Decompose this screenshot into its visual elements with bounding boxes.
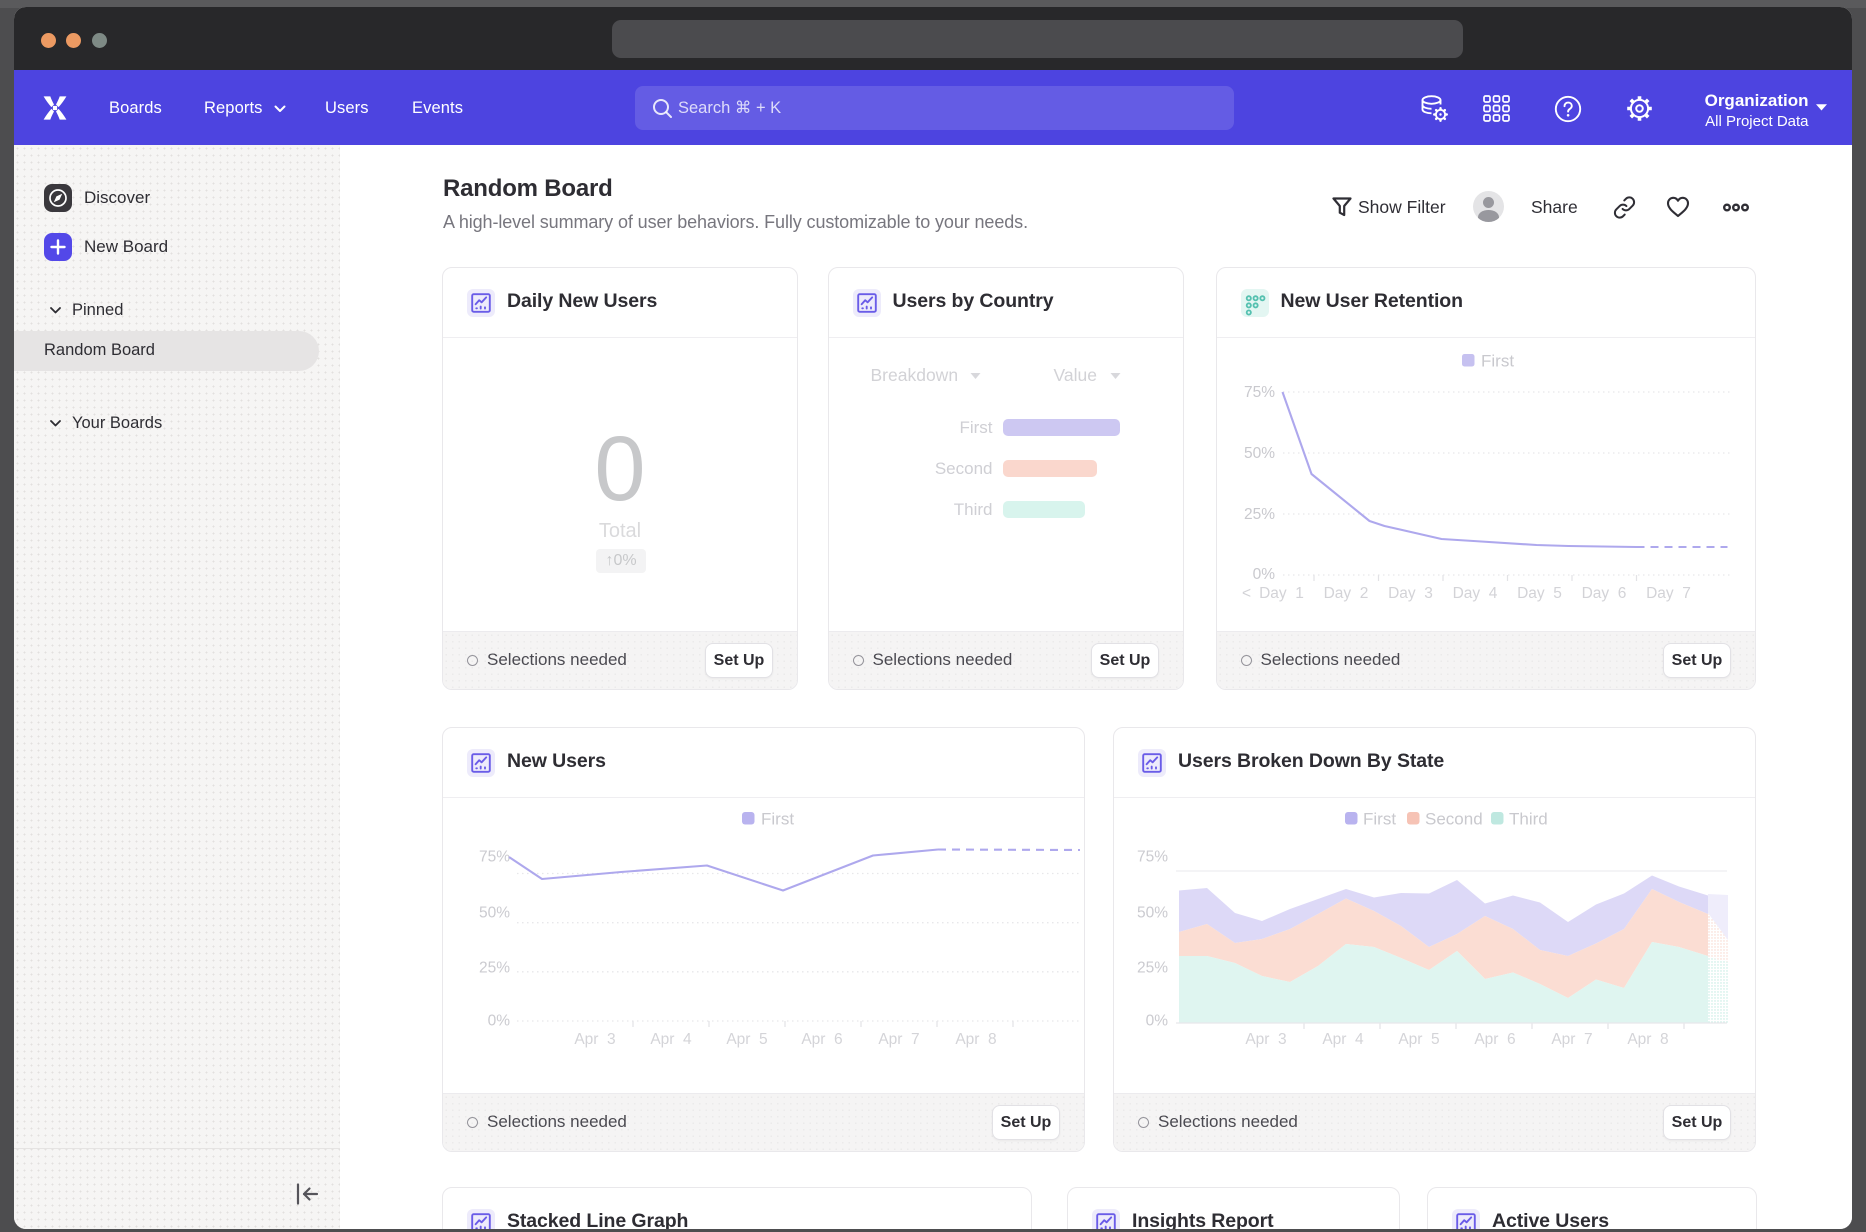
svg-text:Day 4: Day 4 [1452, 585, 1497, 602]
svg-text:Day 6: Day 6 [1581, 585, 1626, 602]
svg-text:First: First [761, 810, 794, 829]
svg-text:0%: 0% [488, 1013, 511, 1030]
svg-text:Apr 5: Apr 5 [726, 1031, 767, 1048]
svg-text:0%: 0% [1146, 1013, 1169, 1030]
svg-text:Third: Third [1509, 810, 1548, 829]
svg-text:25%: 25% [1137, 960, 1168, 977]
svg-text:Apr 7: Apr 7 [1551, 1031, 1592, 1048]
svg-text:<: < [1242, 585, 1251, 602]
svg-text:50%: 50% [1137, 905, 1168, 922]
svg-text:75%: 75% [1243, 384, 1274, 401]
svg-text:Day 5: Day 5 [1517, 585, 1562, 602]
svg-text:Apr 6: Apr 6 [801, 1031, 842, 1048]
svg-text:Apr 4: Apr 4 [1322, 1031, 1364, 1048]
svg-text:0%: 0% [1252, 566, 1275, 583]
svg-text:Second: Second [1425, 810, 1483, 829]
svg-text:Apr 8: Apr 8 [1627, 1031, 1668, 1048]
svg-text:Apr 8: Apr 8 [955, 1031, 996, 1048]
svg-text:Apr 5: Apr 5 [1398, 1031, 1439, 1048]
svg-text:First: First [1481, 352, 1514, 371]
svg-text:75%: 75% [1137, 849, 1168, 866]
svg-text:Apr 3: Apr 3 [1245, 1031, 1286, 1048]
svg-text:Day 3: Day 3 [1388, 585, 1433, 602]
svg-text:50%: 50% [1243, 445, 1274, 462]
svg-text:Day 2: Day 2 [1323, 585, 1368, 602]
svg-text:Day 1: Day 1 [1259, 585, 1304, 602]
svg-text:First: First [1363, 810, 1396, 829]
svg-text:75%: 75% [479, 849, 510, 866]
svg-text:Apr 7: Apr 7 [878, 1031, 919, 1048]
svg-text:50%: 50% [479, 905, 510, 922]
svg-text:25%: 25% [1243, 506, 1274, 523]
svg-text:Apr 4: Apr 4 [650, 1031, 692, 1048]
svg-text:Apr 6: Apr 6 [1474, 1031, 1515, 1048]
svg-text:Day 7: Day 7 [1646, 585, 1691, 602]
svg-text:25%: 25% [479, 960, 510, 977]
svg-text:Apr 3: Apr 3 [574, 1031, 615, 1048]
